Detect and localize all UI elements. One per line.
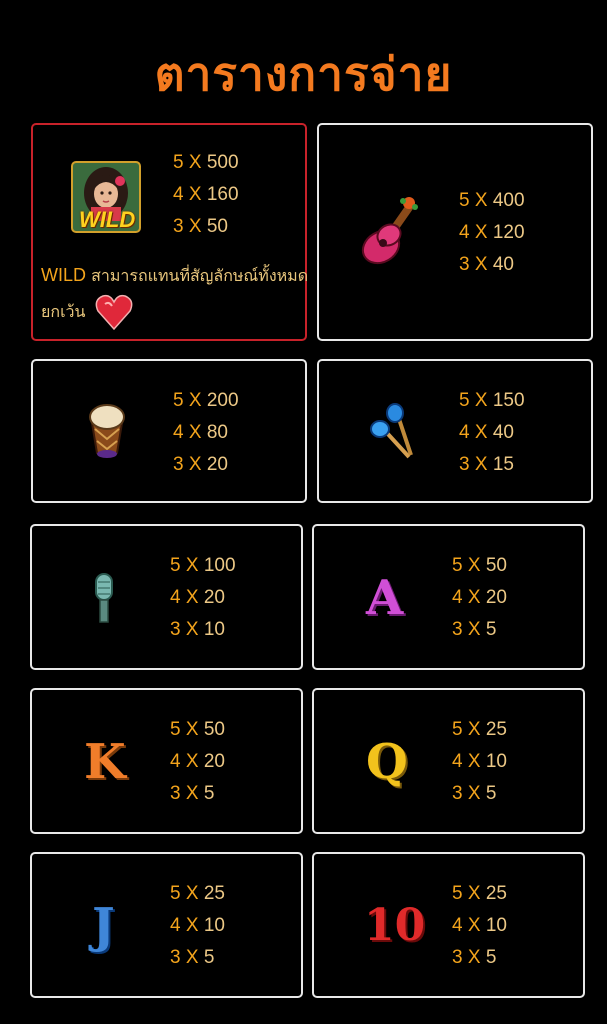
payout-row: 3 X 5 <box>170 783 215 804</box>
wild-text-line2: ยกเว้น <box>41 302 86 321</box>
payout-row: 4 X 20 <box>170 587 225 608</box>
payout-row: 5 X 25 <box>452 883 507 904</box>
payout-row: 5 X 50 <box>170 719 225 740</box>
wild-girl-icon: WILD <box>71 161 141 233</box>
paytable-card-maracas: 5 X 150 4 X 40 3 X 15 <box>317 359 593 503</box>
payout-row: 4 X 20 <box>452 587 507 608</box>
wild-text: สามารถแทนที่สัญลักษณ์ทั้งหมด <box>86 266 309 285</box>
paytable-card-j: J 5 X 25 4 X 10 3 X 5 <box>30 852 303 998</box>
payout-row: 4 X 40 <box>459 422 514 443</box>
wild-description: WILD สามารถแทนที่สัญลักษณ์ทั้งหมด ยกเว้น <box>41 259 311 332</box>
paytable-card-drum: 5 X 200 4 X 80 3 X 20 <box>31 359 307 503</box>
payout-row: 3 X 5 <box>452 947 497 968</box>
payout-row: 5 X 500 <box>173 152 239 173</box>
drum-icon <box>83 399 131 461</box>
page-title: ตารางการจ่าย <box>154 47 453 101</box>
heart-icon <box>95 292 133 332</box>
wild-word: WILD <box>41 265 86 285</box>
payout-row: 5 X 25 <box>452 719 507 740</box>
payout-row: 3 X 15 <box>459 454 514 475</box>
maracas-icon <box>369 403 417 461</box>
paytable-card-q: Q 5 X 25 4 X 10 3 X 5 <box>312 688 585 834</box>
payout-row: 4 X 80 <box>173 422 228 443</box>
payout-row: 3 X 10 <box>170 619 225 640</box>
payout-list: 5 X 25 4 X 10 3 X 5 <box>452 714 507 810</box>
paytable-card-microphone: 5 X 100 4 X 20 3 X 10 <box>30 524 303 670</box>
payout-row: 5 X 400 <box>459 190 525 211</box>
payout-row: 5 X 100 <box>170 555 236 576</box>
number-10-icon: 10 <box>364 900 426 951</box>
letter-k-icon: K <box>84 734 126 790</box>
payout-list: 5 X 400 4 X 120 3 X 40 <box>459 185 525 281</box>
payout-row: 3 X 5 <box>170 947 215 968</box>
letter-a-icon: A <box>366 570 404 626</box>
payout-list: 5 X 50 4 X 20 3 X 5 <box>452 550 507 646</box>
paytable-card-wild: WILD 5 X 500 4 X 160 3 X 50 WILD สามารถแ… <box>31 123 308 341</box>
payout-list: 5 X 25 4 X 10 3 X 5 <box>170 878 225 974</box>
payout-row: 5 X 25 <box>170 883 225 904</box>
payout-list: 5 X 100 4 X 20 3 X 10 <box>170 550 236 646</box>
paytable-card-guitar: 5 X 400 4 X 120 3 X 40 <box>317 123 593 341</box>
payout-row: 5 X 200 <box>173 390 239 411</box>
payout-row: 4 X 10 <box>170 915 225 936</box>
payout-row: 4 X 10 <box>452 915 507 936</box>
payout-row: 4 X 20 <box>170 751 225 772</box>
payout-row: 3 X 50 <box>173 216 228 237</box>
letter-j-icon: J <box>92 898 115 954</box>
payout-list: 5 X 25 4 X 10 3 X 5 <box>452 878 507 974</box>
payout-row: 3 X 20 <box>173 454 228 475</box>
wild-label: WILD <box>79 207 136 232</box>
payout-row: 4 X 160 <box>173 184 239 205</box>
microphone-icon <box>90 572 120 626</box>
paytable-card-10: 10 5 X 25 4 X 10 3 X 5 <box>312 852 585 998</box>
guitar-icon <box>359 195 425 271</box>
payout-row: 4 X 10 <box>452 751 507 772</box>
payout-row: 5 X 50 <box>452 555 507 576</box>
payout-list: 5 X 500 4 X 160 3 X 50 <box>173 147 239 243</box>
payout-row: 3 X 5 <box>452 783 497 804</box>
letter-q-icon: Q <box>366 734 408 790</box>
payout-list: 5 X 200 4 X 80 3 X 20 <box>173 385 239 481</box>
payout-row: 3 X 5 <box>452 619 497 640</box>
payout-row: 4 X 120 <box>459 222 525 243</box>
paytable-card-a: A 5 X 50 4 X 20 3 X 5 <box>312 524 585 670</box>
payout-row: 3 X 40 <box>459 254 514 275</box>
payout-row: 5 X 150 <box>459 390 525 411</box>
paytable-card-k: K 5 X 50 4 X 20 3 X 5 <box>30 688 303 834</box>
payout-list: 5 X 50 4 X 20 3 X 5 <box>170 714 225 810</box>
payout-list: 5 X 150 4 X 40 3 X 15 <box>459 385 525 481</box>
